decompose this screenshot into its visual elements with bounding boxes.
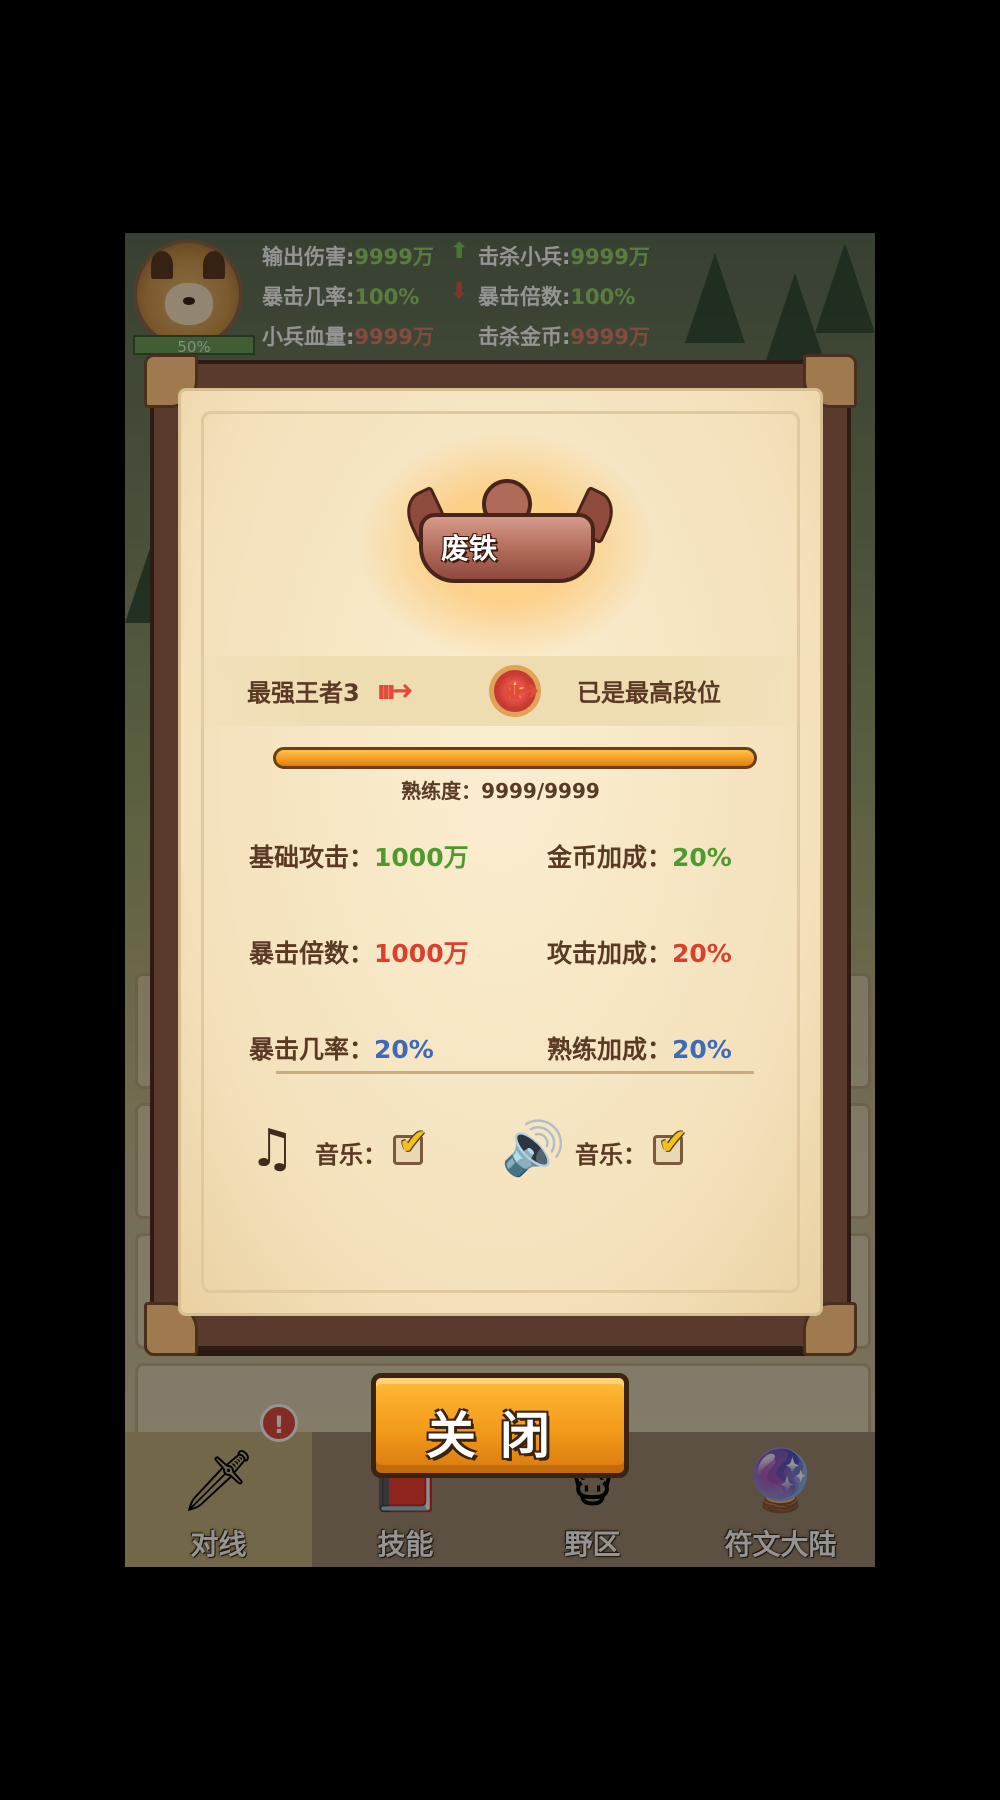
close-button[interactable]: 关闭	[371, 1373, 629, 1478]
speaker-icon: 🔊	[501, 1119, 566, 1179]
proficiency-label: 熟练度：9999/9999	[401, 779, 600, 803]
rank-info-dialog: 废铁 最强王者3 ııı➜ ★ ııı➜ 已是最高段位 熟练度：9999/999…	[144, 354, 857, 1356]
stat-crit-multiplier: 暴击倍数：1000万	[249, 939, 469, 968]
stat-base-attack: 基础攻击：1000万	[249, 843, 469, 872]
music-label: 音乐：	[315, 1141, 387, 1169]
close-button-label: 关闭	[426, 1407, 574, 1465]
checkmark-icon: ✔	[658, 1122, 689, 1163]
proficiency-bar-fill	[276, 750, 754, 766]
current-rank: 最强王者3	[247, 679, 360, 707]
arrow-right-icon: ııı➜	[503, 676, 539, 706]
stat-gold-bonus: 金币加成：20%	[547, 843, 732, 872]
divider	[276, 1071, 754, 1074]
arrow-right-icon: ııı➜	[377, 676, 413, 706]
stat-attack-bonus: 攻击加成：20%	[547, 939, 732, 968]
stat-proficiency-bonus: 熟练加成：20%	[547, 1035, 732, 1064]
checkmark-icon: ✔	[398, 1122, 429, 1163]
sound-label: 音乐：	[575, 1141, 647, 1169]
next-rank: 已是最高段位	[577, 679, 721, 707]
rank-name: 废铁	[440, 532, 497, 565]
sound-checkbox[interactable]: ✔	[653, 1122, 688, 1165]
proficiency-bar	[273, 747, 757, 769]
music-note-icon: ♫	[249, 1119, 296, 1179]
stat-crit-rate: 暴击几率：20%	[249, 1035, 434, 1064]
music-checkbox[interactable]: ✔	[393, 1122, 428, 1165]
parchment-panel: 废铁 最强王者3 ııı➜ ★ ııı➜ 已是最高段位 熟练度：9999/999…	[178, 388, 823, 1316]
